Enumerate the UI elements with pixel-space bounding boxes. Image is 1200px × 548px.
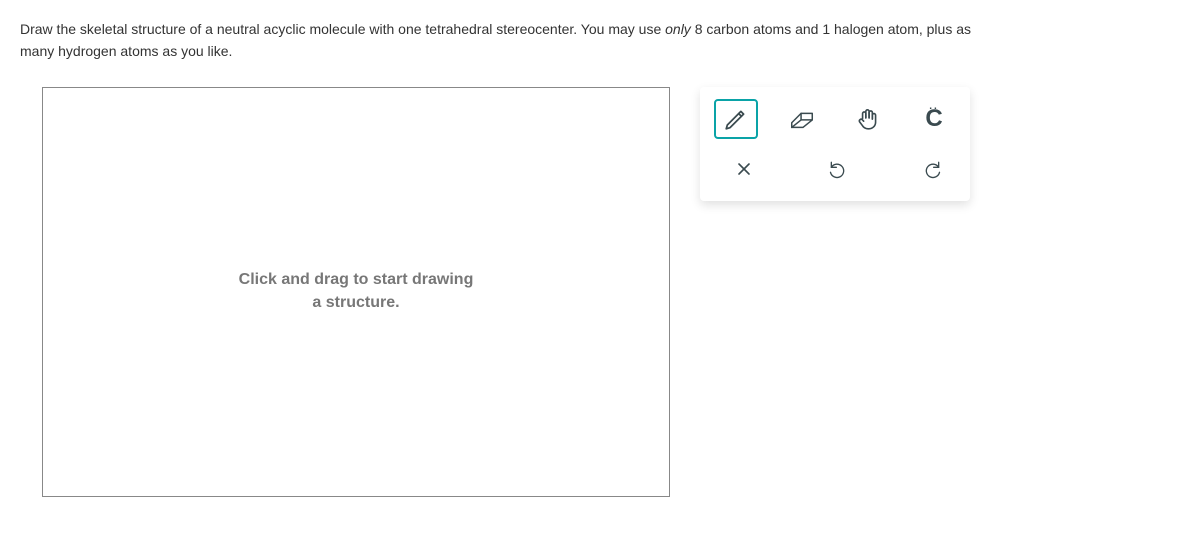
undo-button[interactable] bbox=[816, 149, 860, 189]
eraser-icon bbox=[788, 108, 816, 130]
placeholder-line-2: a structure. bbox=[239, 292, 474, 314]
drawing-canvas[interactable]: Click and drag to start drawing a struct… bbox=[42, 87, 670, 497]
close-icon bbox=[736, 161, 752, 177]
pencil-icon bbox=[723, 106, 749, 132]
redo-button[interactable] bbox=[910, 149, 954, 189]
redo-icon bbox=[922, 159, 942, 179]
prompt-text-3: many hydrogen atoms as you like. bbox=[20, 43, 232, 59]
prompt-italic: only bbox=[665, 21, 691, 37]
question-prompt: Draw the skeletal structure of a neutral… bbox=[20, 18, 1180, 63]
undo-icon bbox=[828, 159, 848, 179]
canvas-placeholder: Click and drag to start drawing a struct… bbox=[239, 269, 474, 314]
prompt-text: Draw the skeletal structure of a neutral… bbox=[20, 21, 665, 37]
hand-icon bbox=[855, 106, 881, 132]
eraser-tool[interactable] bbox=[780, 99, 824, 139]
placeholder-line-1: Click and drag to start drawing bbox=[239, 269, 474, 291]
prompt-text-2: 8 carbon atoms and 1 halogen atom, plus … bbox=[691, 21, 971, 37]
carbon-icon: .. C bbox=[925, 105, 942, 133]
clear-button[interactable] bbox=[722, 149, 766, 189]
toolbox: .. C bbox=[700, 87, 970, 201]
pencil-tool[interactable] bbox=[714, 99, 758, 139]
hand-tool[interactable] bbox=[846, 99, 890, 139]
carbon-tool[interactable]: .. C bbox=[912, 99, 956, 139]
